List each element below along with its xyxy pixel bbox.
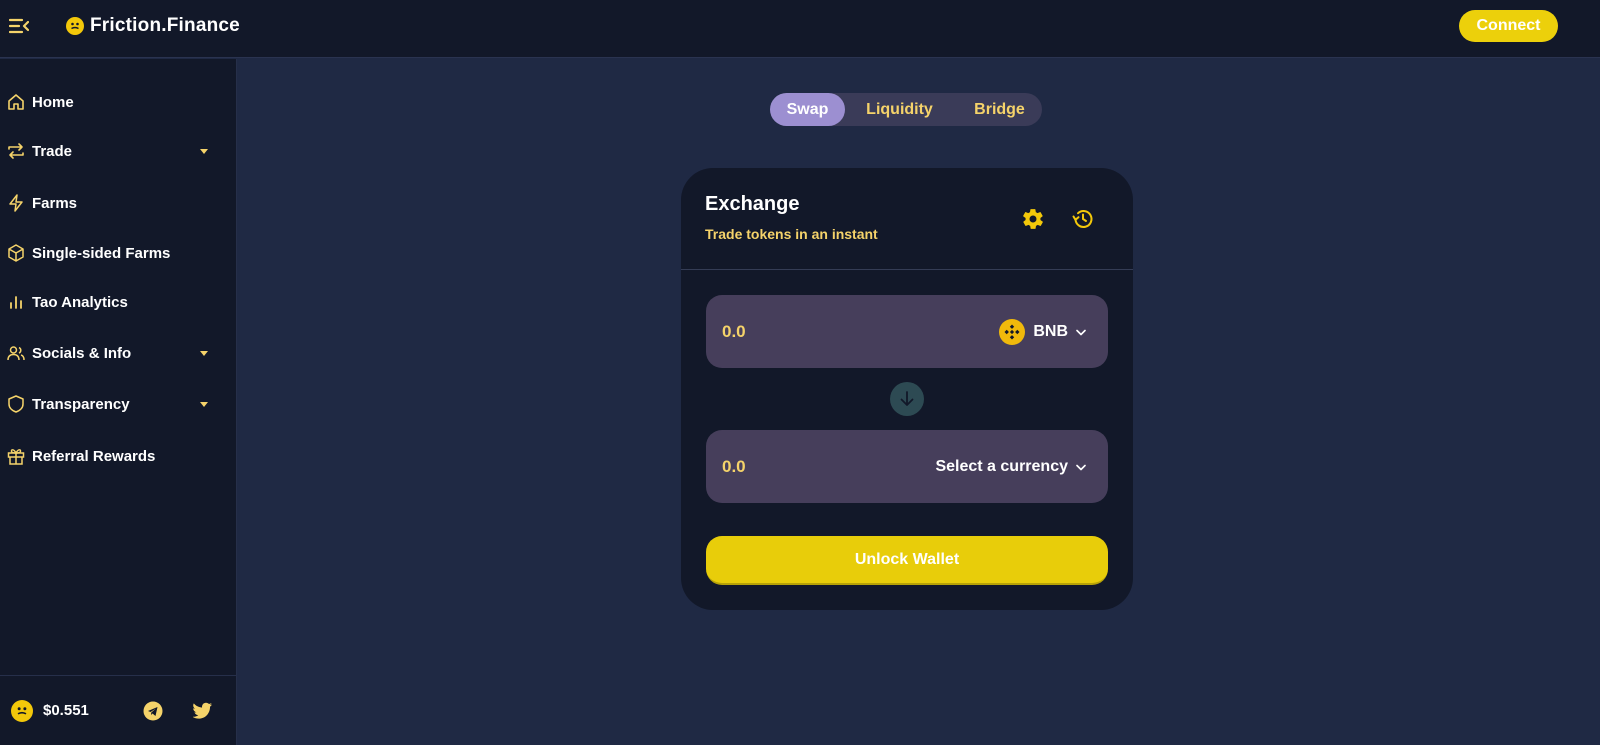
sidebar-item-tao-analytics[interactable]: Tao Analytics [0, 282, 237, 322]
home-icon [6, 92, 26, 112]
bar-chart-icon [6, 292, 26, 312]
sidebar-item-transparency[interactable]: Transparency [0, 384, 237, 424]
sidebar-item-home[interactable]: Home [0, 82, 237, 122]
to-currency-select[interactable]: Select a currency [935, 430, 1086, 503]
sidebar: Home Trade Farms Single-sided Farms Tao … [0, 59, 237, 745]
brand[interactable]: Friction.Finance [66, 14, 240, 38]
sidebar-item-label: Home [32, 93, 74, 111]
menu-collapse-icon[interactable] [8, 15, 30, 37]
connect-button[interactable]: Connect [1459, 10, 1558, 42]
box-icon [6, 243, 26, 263]
gift-icon [6, 446, 26, 466]
bnb-icon [999, 318, 1026, 345]
sidebar-item-label: Trade [32, 142, 73, 160]
sidebar-item-single-sided-farms[interactable]: Single-sided Farms [0, 233, 237, 273]
lightning-icon [6, 193, 26, 213]
sidebar-item-trade[interactable]: Trade [0, 131, 237, 171]
exchange-subtitle: Trade tokens in an instant [705, 226, 878, 242]
caret-down-icon [199, 348, 209, 358]
chevron-down-icon [1076, 323, 1086, 341]
sidebar-item-referral-rewards[interactable]: Referral Rewards [0, 436, 237, 476]
sidebar-footer: $0.551 [0, 675, 237, 745]
to-amount-input[interactable] [722, 452, 882, 482]
sidebar-item-label: Tao Analytics [32, 293, 128, 311]
to-currency-label: Select a currency [935, 457, 1068, 475]
caret-down-icon [199, 146, 209, 156]
top-bar: Friction.Finance Connect [0, 0, 1600, 58]
exchange-title: Exchange [705, 193, 800, 215]
shield-icon [6, 394, 26, 414]
from-token-panel: BNB [706, 295, 1108, 368]
chevron-down-icon [1076, 458, 1086, 476]
history-icon[interactable] [1070, 206, 1096, 232]
exchange-card: Exchange Trade tokens in an instant BNB … [681, 168, 1133, 610]
friction-logo-icon [66, 17, 84, 35]
caret-down-icon [199, 399, 209, 409]
switch-direction-button[interactable] [890, 382, 924, 416]
users-icon [6, 343, 26, 363]
tab-liquidity[interactable]: Liquidity [852, 93, 947, 126]
brand-name: Friction.Finance [90, 15, 240, 36]
sidebar-item-label: Farms [32, 194, 78, 212]
sidebar-item-label: Single-sided Farms [32, 244, 171, 262]
unlock-wallet-button[interactable]: Unlock Wallet [706, 536, 1108, 585]
swap-mode-tabs: Swap Liquidity Bridge [770, 93, 1042, 126]
sidebar-item-farms[interactable]: Farms [0, 183, 237, 223]
sidebar-item-label: Referral Rewards [32, 447, 156, 465]
token-price: $0.551 [43, 702, 89, 719]
to-token-panel: Select a currency [706, 430, 1108, 503]
from-currency-select[interactable]: BNB [999, 295, 1086, 368]
tab-swap[interactable]: Swap [770, 93, 845, 126]
from-amount-input[interactable] [722, 317, 882, 347]
telegram-icon[interactable] [142, 700, 164, 722]
friction-logo-icon [11, 700, 33, 722]
sidebar-item-label: Transparency [32, 395, 130, 413]
twitter-icon[interactable] [192, 700, 214, 722]
sidebar-item-socials-info[interactable]: Socials & Info [0, 333, 237, 373]
from-currency-label: BNB [1033, 322, 1068, 340]
gear-icon[interactable] [1020, 206, 1046, 232]
sidebar-item-label: Socials & Info [32, 344, 132, 362]
tab-bridge[interactable]: Bridge [957, 93, 1042, 126]
swap-arrows-icon [6, 141, 26, 161]
card-header: Exchange Trade tokens in an instant [681, 168, 1133, 270]
